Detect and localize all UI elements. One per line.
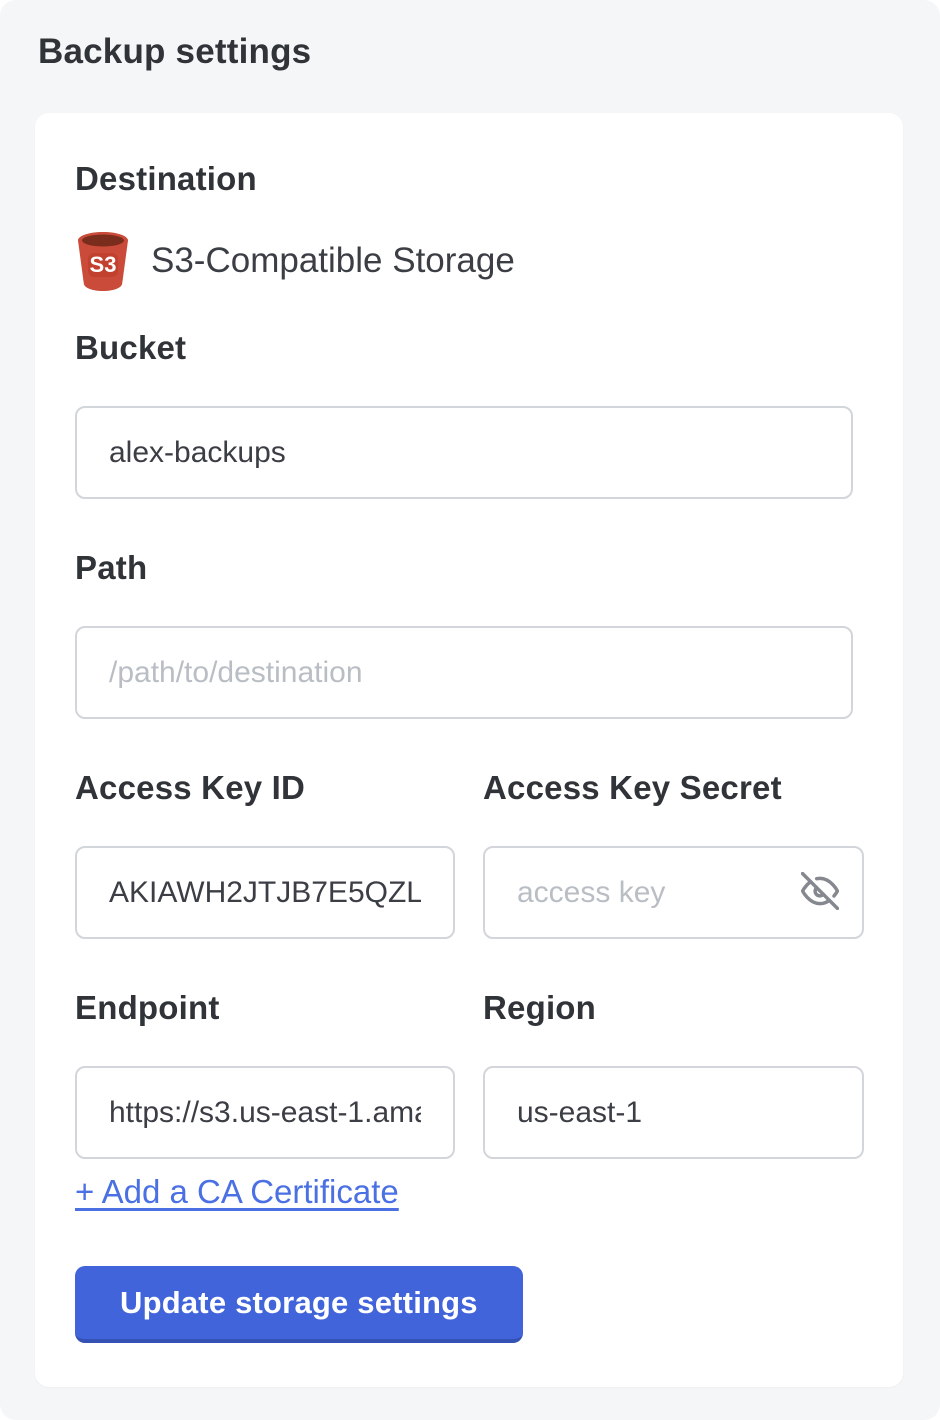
destination-value: S3-Compatible Storage: [151, 241, 515, 281]
svg-text:S3: S3: [90, 252, 117, 277]
access-key-id-label: Access Key ID: [75, 768, 455, 808]
region-label: Region: [483, 988, 864, 1028]
endpoint-input[interactable]: [75, 1066, 455, 1159]
endpoint-label: Endpoint: [75, 988, 455, 1028]
eye-off-icon: [801, 872, 839, 913]
endpoint-region-labels-row: Endpoint Region: [75, 988, 865, 1028]
settings-card: Destination S3 S3-Compatible Storage Buc…: [35, 113, 903, 1387]
access-key-inputs-row: [75, 808, 865, 939]
bucket-input[interactable]: [75, 406, 853, 499]
bucket-label: Bucket: [75, 328, 865, 368]
endpoint-region-inputs-row: [75, 1028, 865, 1159]
region-input[interactable]: [483, 1066, 864, 1159]
access-key-labels-row: Access Key ID Access Key Secret: [75, 768, 865, 808]
update-storage-settings-button[interactable]: Update storage settings: [75, 1266, 523, 1343]
ca-certificate-link-row: + Add a CA Certificate: [75, 1172, 865, 1212]
access-key-secret-wrap: [483, 846, 864, 939]
toggle-secret-visibility-button[interactable]: [798, 871, 842, 915]
backup-settings-page: Backup settings Destination S3 S3-Compat…: [0, 0, 940, 1420]
s3-bucket-icon: S3: [75, 231, 131, 291]
path-label: Path: [75, 548, 865, 588]
access-key-id-input[interactable]: [75, 846, 455, 939]
path-input[interactable]: [75, 626, 853, 719]
page-title: Backup settings: [38, 30, 940, 74]
destination-label: Destination: [75, 159, 865, 199]
add-ca-certificate-link[interactable]: + Add a CA Certificate: [75, 1173, 399, 1210]
destination-row: S3 S3-Compatible Storage: [75, 231, 865, 291]
access-key-secret-label: Access Key Secret: [483, 768, 864, 808]
